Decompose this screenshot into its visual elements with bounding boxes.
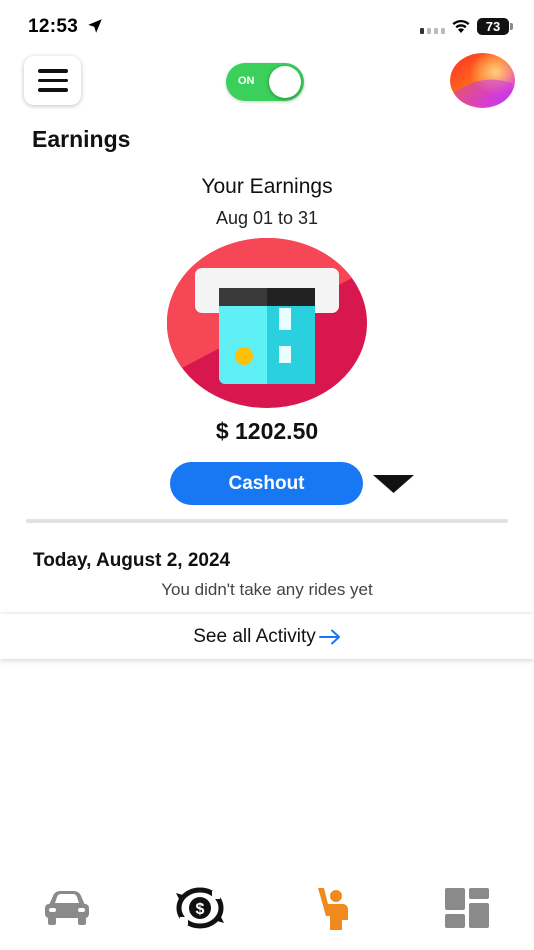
empty-rides-message: You didn't take any rides yet [161,580,373,599]
earnings-heading: Your Earnings [201,175,333,198]
battery-icon: 73 [477,18,513,35]
earnings-date-range: Aug 01 to 31 [215,208,319,228]
rider-hail-icon [318,888,348,930]
activity-date-heading: Today, August 2, 2024 [33,550,231,571]
car-icon [45,891,89,925]
dashboard-icon [445,888,489,928]
status-time: 12:53 [28,16,79,37]
status-bar: 12:53 73 [0,0,534,56]
arrow-right-icon [318,629,340,644]
avatar[interactable] [450,53,515,108]
tab-earnings[interactable]: $ [170,880,230,936]
wifi-icon [452,19,470,33]
toggle-label: ON [238,75,255,87]
menu-button[interactable] [24,56,81,105]
section-divider [26,519,508,523]
card-payment-icon [167,238,367,408]
hamburger-menu-icon-line [37,88,68,92]
see-all-activity-link[interactable]: See all Activity [0,614,534,659]
hamburger-menu-icon-line [37,78,68,83]
caret-down-icon[interactable] [373,475,414,493]
signal-icon [420,28,445,34]
dollar-cycle-icon: $ [176,887,224,929]
location-arrow-icon [88,19,102,33]
tab-rides[interactable] [37,880,97,936]
hamburger-menu-icon [37,69,68,73]
tab-rider[interactable] [304,880,364,936]
see-all-activity-label: See all Activity [193,625,316,647]
earnings-amount: $ 1202.50 [215,418,319,444]
page-title: Earnings [32,126,131,152]
svg-text:$: $ [196,901,205,918]
cashout-button[interactable]: Cashout [170,462,363,505]
battery-level: 73 [485,19,501,34]
tab-dashboard[interactable] [437,880,497,936]
online-toggle[interactable]: ON [226,63,304,101]
profile-avatar-image [450,53,515,108]
bottom-tab-bar: $ [0,880,534,936]
toggle-knob [269,66,301,98]
